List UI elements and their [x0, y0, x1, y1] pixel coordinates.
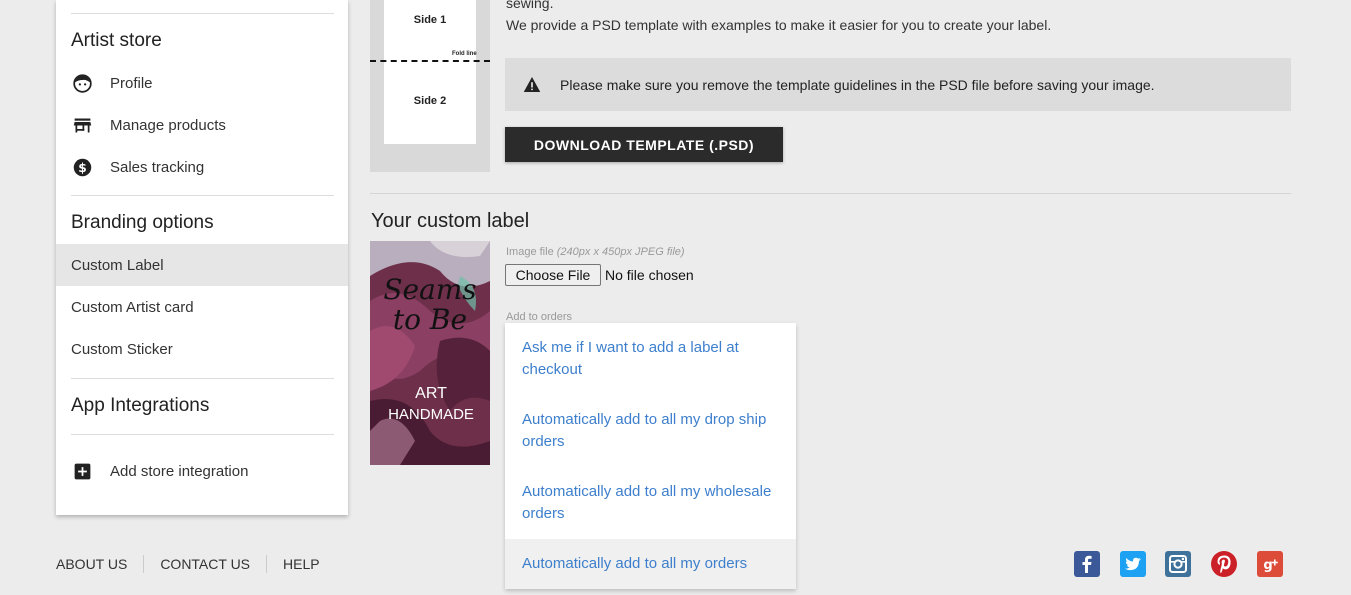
template-card: Side 1 Side 2 [384, 0, 476, 144]
sidebar-item-label: Sales tracking [110, 158, 205, 176]
divider [71, 195, 334, 196]
dropdown-option-label: Automatically add to all my wholesale or… [522, 483, 772, 522]
dollar-icon: $ [73, 158, 92, 177]
footer-link-about[interactable]: ABOUT US [56, 555, 143, 573]
sidebar-item-label: Add store integration [110, 462, 249, 480]
sidebar-item-custom-artist-card[interactable]: Custom Artist card [56, 286, 348, 328]
file-status: No file chosen [605, 267, 694, 283]
divider [71, 13, 334, 14]
fold-line-label: Fold line [452, 51, 477, 57]
sidebar-item-custom-sticker[interactable]: Custom Sticker [56, 328, 348, 370]
sidebar-item-label: Custom Sticker [71, 340, 173, 358]
google-plus-icon[interactable]: g [1257, 551, 1283, 577]
divider [370, 193, 1291, 194]
footer-link-help[interactable]: HELP [266, 555, 336, 573]
divider [71, 434, 334, 435]
dropdown-option-drop-ship[interactable]: Automatically add to all my drop ship or… [505, 395, 796, 467]
add-to-orders-dropdown: Ask me if I want to add a label at check… [505, 323, 796, 589]
sidebar-item-add-store-integration[interactable]: Add store integration [56, 450, 348, 492]
facebook-icon[interactable] [1074, 551, 1100, 577]
section-heading-artist-store: Artist store [71, 30, 162, 51]
store-icon [73, 118, 92, 133]
dropdown-option-label: Automatically add to all my drop ship or… [522, 411, 767, 450]
pinterest-icon[interactable] [1211, 551, 1237, 577]
sidebar-item-label: Custom Artist card [71, 298, 194, 316]
face-icon [73, 74, 92, 93]
dropdown-option-all[interactable]: Automatically add to all my orders [505, 539, 796, 589]
sidebar-item-label: Manage products [110, 116, 226, 134]
footer-link-contact[interactable]: CONTACT US [143, 555, 266, 573]
sidebar-item-label: Custom Label [71, 256, 164, 274]
svg-text:$: $ [78, 161, 87, 175]
warning-icon [523, 77, 541, 92]
image-file-label: Image file (240px x 450px JPEG file) [506, 246, 685, 258]
template-preview: Side 1 Side 2 Fold line [370, 0, 490, 172]
info-text-sewing: sewing. [506, 0, 554, 11]
section-heading-branding: Branding options [71, 212, 214, 233]
sidebar: Artist store Profile Manage products $ S… [56, 0, 348, 515]
sidebar-item-custom-label[interactable]: Custom Label [56, 244, 348, 286]
dropdown-option-ask[interactable]: Ask me if I want to add a label at check… [505, 323, 796, 395]
label-text-to-be: to Be [393, 303, 467, 336]
image-file-label-text: Image file [506, 246, 554, 258]
warning-text: Please make sure you remove the template… [560, 77, 1155, 93]
custom-label-title: Your custom label [371, 210, 530, 232]
label-text-seams: Seams [383, 273, 476, 306]
sidebar-item-sales-tracking[interactable]: $ Sales tracking [56, 146, 348, 188]
divider [71, 378, 334, 379]
instagram-icon[interactable] [1165, 551, 1191, 577]
choose-file-button[interactable]: Choose File [505, 264, 601, 286]
fold-line [370, 60, 490, 62]
footer-links: ABOUT US CONTACT US HELP [56, 555, 336, 573]
warning-banner: Please make sure you remove the template… [505, 58, 1291, 111]
sidebar-item-manage-products[interactable]: Manage products [56, 104, 348, 146]
dropdown-option-label: Automatically add to all my orders [522, 555, 748, 572]
download-template-button[interactable]: DOWNLOAD TEMPLATE (.PSD) [505, 127, 783, 162]
label-text-handmade: HANDMADE [388, 406, 474, 423]
image-file-hint: (240px x 450px JPEG file) [556, 246, 685, 258]
dropdown-option-label: Ask me if I want to add a label at check… [522, 339, 739, 378]
add-to-orders-label: Add to orders [506, 311, 573, 323]
sidebar-item-profile[interactable]: Profile [56, 62, 348, 104]
svg-text:g: g [1263, 558, 1272, 573]
custom-label-image: Seams to Be ART HANDMADE [370, 241, 490, 465]
add-box-icon [74, 463, 91, 480]
section-heading-integrations: App Integrations [71, 395, 210, 416]
info-text-psd: We provide a PSD template with examples … [506, 17, 1052, 33]
dropdown-option-wholesale[interactable]: Automatically add to all my wholesale or… [505, 467, 796, 539]
label-text-art: ART [415, 385, 447, 402]
sidebar-item-label: Profile [110, 74, 153, 92]
twitter-icon[interactable] [1120, 551, 1146, 577]
template-side-2: Side 2 [413, 95, 447, 107]
template-side-1: Side 1 [413, 14, 447, 26]
